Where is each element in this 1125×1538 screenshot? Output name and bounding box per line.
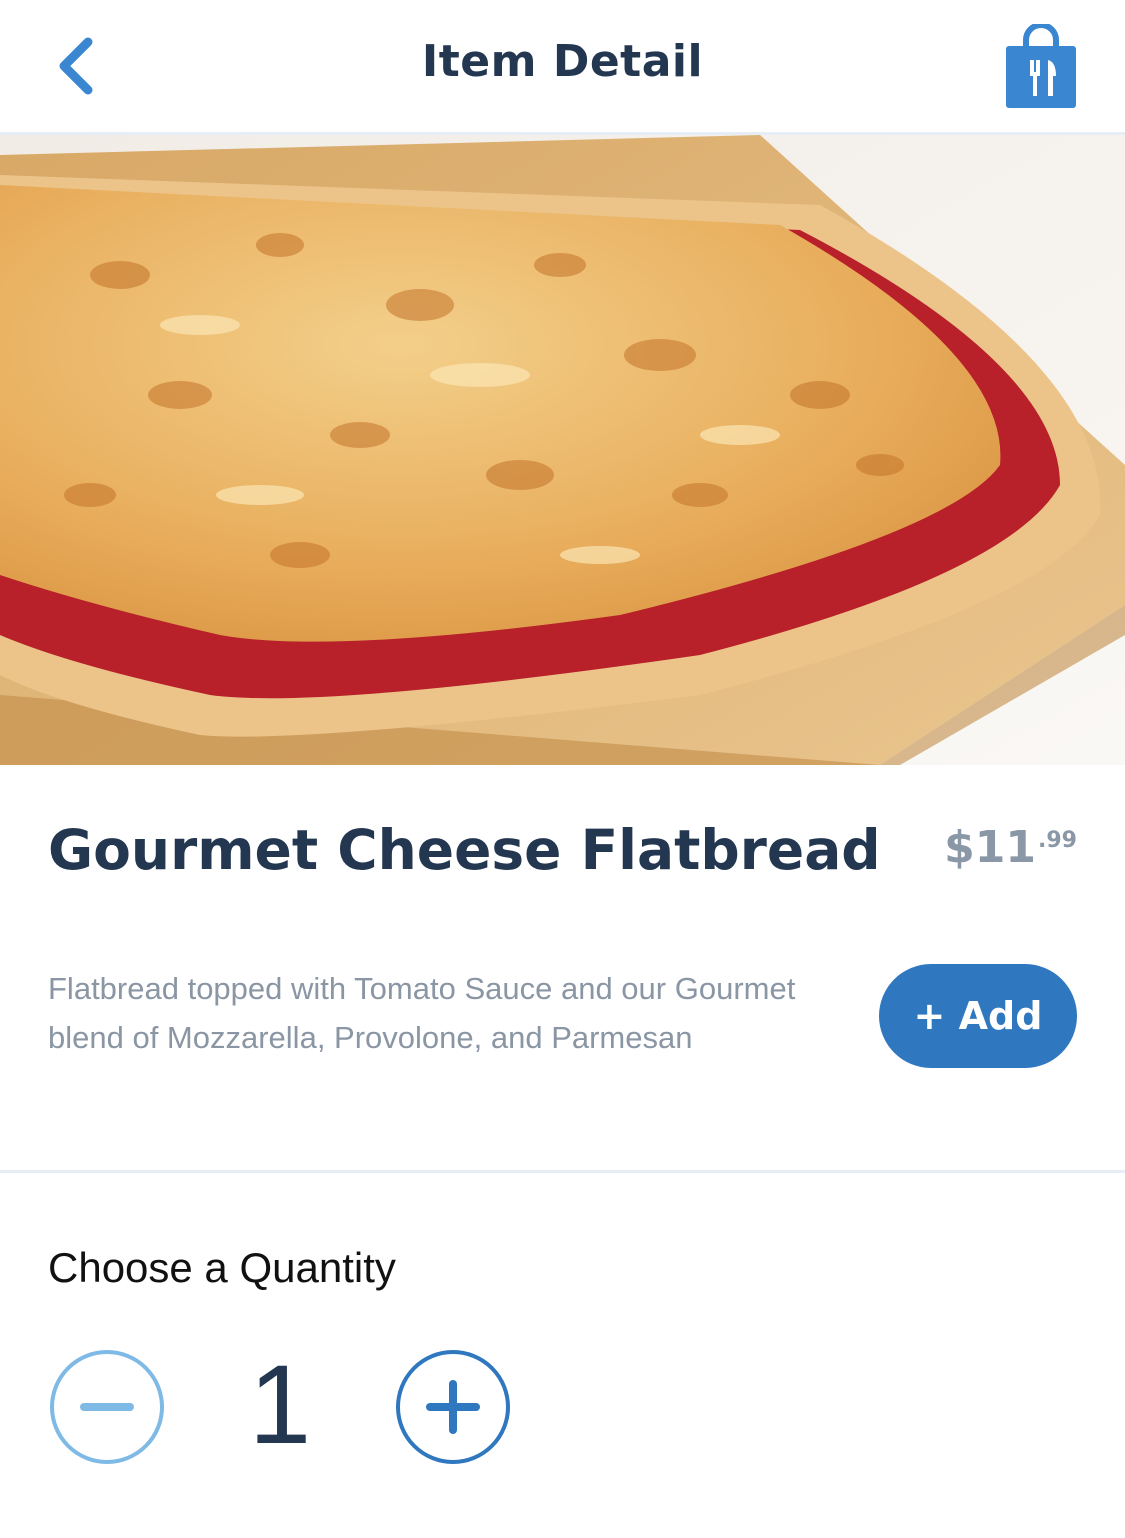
add-button[interactable]: + Add [879,964,1077,1068]
quantity-label: Choose a Quantity [48,1244,396,1291]
item-name: Gourmet Cheese Flatbread [48,818,881,882]
nav-bar: Item Detail [0,0,1125,135]
quantity-value: 1 [248,1342,312,1467]
page-title: Item Detail [421,36,704,87]
minus-icon [80,1403,134,1411]
flatbread-photo [0,135,1125,765]
price-dollars: $11 [944,822,1037,873]
item-description: Flatbread topped with Tomato Sauce and o… [48,971,796,1055]
item-photo [0,135,1125,765]
decrease-quantity-button[interactable] [50,1350,164,1464]
plus-icon [426,1380,480,1434]
section-divider [0,1170,1125,1173]
price-cents: .99 [1038,828,1077,853]
item-price: $11.99 [944,822,1077,873]
mobile-order-bag-icon [1006,22,1076,108]
increase-quantity-button[interactable] [396,1350,510,1464]
order-bag-button[interactable] [1004,22,1078,110]
